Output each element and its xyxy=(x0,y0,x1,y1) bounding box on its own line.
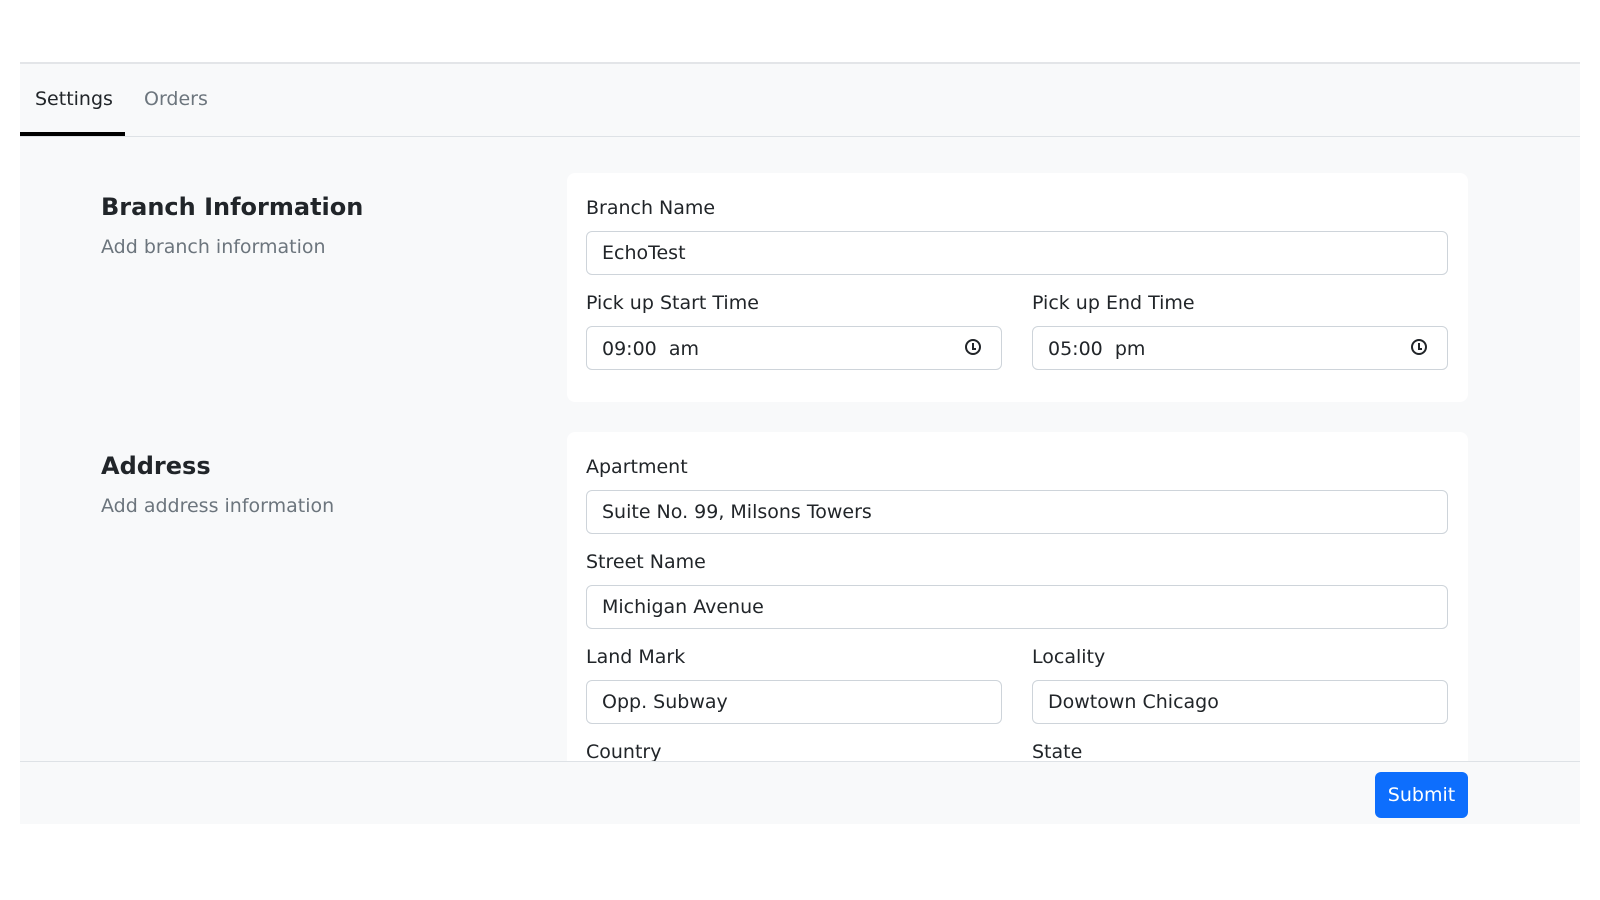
state-label: State xyxy=(1032,741,1083,761)
branch-card: Branch Name Pick up Start Time 09:00 am … xyxy=(567,173,1468,402)
start-time-label: Pick up Start Time xyxy=(586,292,759,314)
apartment-label: Apartment xyxy=(586,456,688,478)
branch-section-title: Branch Information xyxy=(101,193,364,221)
landmark-label: Land Mark xyxy=(586,646,686,668)
end-time-label: Pick up End Time xyxy=(1032,292,1195,314)
street-label: Street Name xyxy=(586,551,706,573)
locality-input[interactable] xyxy=(1032,680,1448,724)
branch-section-subtitle: Add branch information xyxy=(101,236,326,258)
end-time-value: 05:00 pm xyxy=(1048,338,1146,360)
apartment-input[interactable] xyxy=(586,490,1448,534)
settings-content[interactable]: Branch Information Add branch informatio… xyxy=(20,137,1580,761)
clock-icon[interactable] xyxy=(1411,339,1427,355)
start-time-input[interactable]: 09:00 am xyxy=(586,326,1002,370)
start-time-value: 09:00 am xyxy=(602,338,699,360)
clock-icon[interactable] xyxy=(965,339,981,355)
submit-button[interactable]: Submit xyxy=(1375,772,1468,818)
address-card: Apartment Street Name Land Mark Locality… xyxy=(567,432,1468,761)
street-input[interactable] xyxy=(586,585,1448,629)
active-tab-indicator xyxy=(20,132,125,136)
landmark-input[interactable] xyxy=(586,680,1002,724)
locality-label: Locality xyxy=(1032,646,1106,668)
tab-orders[interactable]: Orders xyxy=(144,88,208,110)
form-footer: Submit xyxy=(20,761,1580,824)
tab-settings[interactable]: Settings xyxy=(35,88,113,110)
branch-name-label: Branch Name xyxy=(586,197,716,219)
tab-bar: Settings Orders xyxy=(20,64,1580,137)
address-section-title: Address xyxy=(101,452,211,480)
address-section-subtitle: Add address information xyxy=(101,495,335,517)
country-label: Country xyxy=(586,741,662,761)
app-container: Settings Orders Branch Information Add b… xyxy=(20,62,1580,824)
branch-name-input[interactable] xyxy=(586,231,1448,275)
end-time-input[interactable]: 05:00 pm xyxy=(1032,326,1448,370)
